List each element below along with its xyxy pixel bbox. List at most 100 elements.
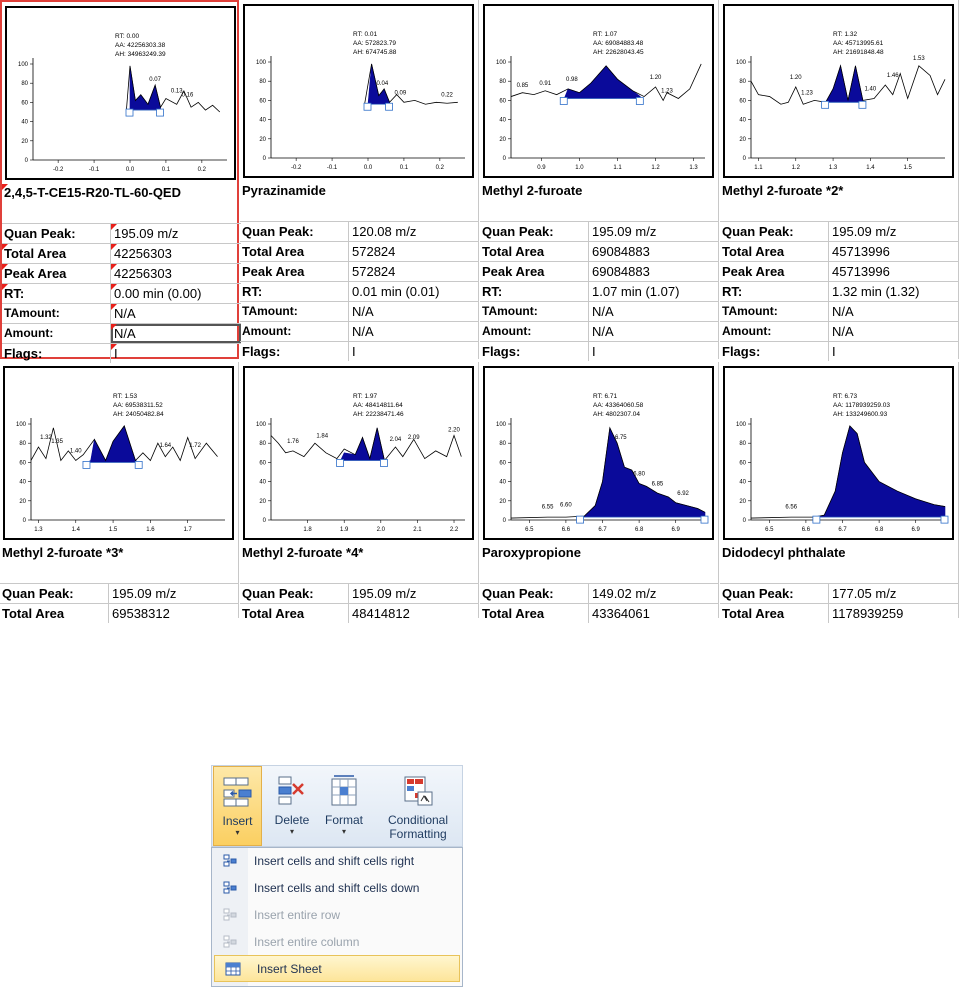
- y-tick-label: 20: [739, 499, 746, 505]
- property-value[interactable]: I: [589, 342, 719, 361]
- property-value[interactable]: 572824: [349, 262, 479, 281]
- property-value[interactable]: 195.09 m/z: [589, 222, 719, 241]
- chevron-down-icon: ▾: [289, 827, 294, 836]
- compound-card[interactable]: RT: 0.00 AA: 42256303.38 AH: 34963249.39 0 2…: [0, 0, 241, 363]
- peak-boundary-marker[interactable]: [858, 100, 867, 109]
- menu-item-label: Insert entire column: [254, 934, 360, 949]
- menu-item-insert-column[interactable]: Insert entire column: [212, 928, 462, 955]
- property-label: Flags:: [240, 342, 349, 361]
- menu-item-insert-shift-right[interactable]: Insert cells and shift cells right: [212, 848, 462, 875]
- menu-item-insert-row[interactable]: Insert entire row: [212, 902, 462, 929]
- y-tick-label: 0: [23, 518, 27, 524]
- property-value[interactable]: 1178939259: [829, 604, 959, 623]
- property-value[interactable]: 195.09 m/z: [111, 224, 241, 243]
- property-row-total: Total Area 45713996: [720, 241, 959, 261]
- chevron-down-icon: ▾: [341, 827, 346, 836]
- property-value[interactable]: 45713996: [829, 262, 959, 281]
- property-label: Quan Peak:: [720, 584, 829, 603]
- compound-card[interactable]: RT: 0.01 AA: 572823.79 AH: 674745.88 0 20 40 6…: [240, 0, 479, 361]
- x-tick-label: 0.0: [364, 165, 373, 171]
- chart-header-text: AH: 21691848.48: [833, 49, 884, 56]
- peak-boundary-marker[interactable]: [559, 97, 568, 105]
- property-value[interactable]: N/A: [111, 304, 241, 323]
- property-value[interactable]: N/A: [349, 322, 479, 341]
- compound-properties: Quan Peak: 195.09 m/z Total Area 48414812: [240, 583, 479, 623]
- delete-button[interactable]: Delete ▾: [267, 766, 317, 846]
- property-value[interactable]: 120.08 m/z: [349, 222, 479, 241]
- property-value[interactable]: I: [829, 342, 959, 361]
- peak-boundary-marker[interactable]: [576, 515, 584, 524]
- menu-item-insert-shift-down[interactable]: Insert cells and shift cells down: [212, 875, 462, 902]
- property-label: Total Area: [0, 604, 109, 623]
- compound-properties: Quan Peak: 195.09 m/z Total Area 42256303 Pe…: [2, 223, 241, 363]
- property-value[interactable]: 195.09 m/z: [829, 222, 959, 241]
- property-value[interactable]: 69084883: [589, 242, 719, 261]
- property-value[interactable]: N/A: [829, 302, 959, 321]
- peak-boundary-marker[interactable]: [82, 461, 91, 469]
- property-value[interactable]: I: [349, 342, 479, 361]
- comment-indicator: [111, 244, 117, 250]
- x-tick-label: 0.2: [436, 165, 445, 171]
- property-value[interactable]: 0.00 min (0.00): [111, 284, 241, 303]
- menu-item-label: Insert cells and shift cells right: [254, 854, 415, 869]
- peak-boundary-marker[interactable]: [940, 515, 949, 524]
- chart-header-text: RT: 1.97: [353, 393, 377, 400]
- conditional-formatting-button[interactable]: Conditional Formatting: [375, 766, 461, 846]
- peak-boundary-marker[interactable]: [385, 102, 393, 111]
- property-label: RT:: [240, 282, 349, 301]
- property-value[interactable]: 195.09 m/z: [109, 584, 239, 603]
- x-tick-label: 0.1: [162, 167, 171, 173]
- peak-boundary-marker[interactable]: [821, 100, 830, 109]
- peak-label: 1.76: [287, 439, 299, 445]
- property-value[interactable]: N/A: [589, 322, 719, 341]
- property-value[interactable]: 69084883: [589, 262, 719, 281]
- compound-card[interactable]: RT: 1.97 AA: 48414811.64 AH: 22238471.46 0 2…: [240, 362, 479, 623]
- chromatogram-svg: RT: 6.73 AA: 1178939259.03 AH: 133249600.9…: [736, 393, 949, 533]
- compound-card[interactable]: RT: 6.73 AA: 1178939259.03 AH: 133249600.9…: [720, 362, 959, 623]
- insert-button[interactable]: Insert ▾: [213, 766, 262, 846]
- peak-boundary-marker[interactable]: [635, 97, 644, 105]
- peak-label: 6.60: [560, 502, 572, 508]
- compound-card[interactable]: RT: 1.07 AA: 69084883.48 AH: 22628043.45 0 2…: [480, 0, 719, 361]
- peak-label: 2.20: [448, 428, 460, 434]
- property-value[interactable]: 195.09 m/z: [349, 584, 479, 603]
- property-value[interactable]: 69538312: [109, 604, 239, 623]
- property-value[interactable]: 177.05 m/z: [829, 584, 959, 603]
- property-value[interactable]: 149.02 m/z: [589, 584, 719, 603]
- format-button[interactable]: Format ▾: [319, 766, 369, 846]
- peak-label: 2.09: [408, 435, 420, 441]
- peak-label: 0.98: [566, 77, 578, 83]
- integrated-peak-area: [86, 425, 140, 463]
- property-value[interactable]: 1.07 min (1.07): [589, 282, 719, 301]
- peak-boundary-marker[interactable]: [125, 108, 134, 117]
- property-value[interactable]: N/A: [111, 324, 241, 343]
- peak-boundary-marker[interactable]: [156, 108, 164, 117]
- peak-boundary-marker[interactable]: [336, 459, 344, 467]
- property-value[interactable]: N/A: [349, 302, 479, 321]
- compound-card[interactable]: RT: 6.71 AA: 43364060.58 AH: 4802307.04 0 20…: [480, 362, 719, 623]
- peak-boundary-marker[interactable]: [363, 102, 372, 111]
- property-value[interactable]: 0.01 min (0.01): [349, 282, 479, 301]
- y-tick-label: 40: [499, 118, 506, 124]
- compound-card[interactable]: RT: 1.53 AA: 69538311.52 AH: 24050482.84 0 2…: [0, 362, 239, 623]
- property-value[interactable]: N/A: [829, 322, 959, 341]
- property-value[interactable]: 42256303: [111, 264, 241, 283]
- compound-name: Methyl 2-furoate *2*: [722, 183, 844, 198]
- peak-boundary-marker[interactable]: [812, 515, 821, 524]
- property-value[interactable]: 572824: [349, 242, 479, 261]
- compound-card[interactable]: RT: 1.32 AA: 45713995.61 AH: 21691848.48 0 2…: [720, 0, 959, 361]
- property-value[interactable]: 45713996: [829, 242, 959, 261]
- menu-item-insert-sheet[interactable]: Insert Sheet: [214, 955, 460, 982]
- property-value[interactable]: 48414812: [349, 604, 479, 623]
- peak-boundary-marker[interactable]: [380, 459, 388, 467]
- property-value[interactable]: 1.32 min (1.32): [829, 282, 959, 301]
- property-label: Peak Area: [240, 262, 349, 281]
- y-tick-label: 100: [736, 60, 747, 66]
- peak-boundary-marker[interactable]: [134, 461, 143, 469]
- peak-boundary-marker[interactable]: [700, 515, 709, 524]
- property-value[interactable]: 42256303: [111, 244, 241, 263]
- property-value[interactable]: N/A: [589, 302, 719, 321]
- property-value[interactable]: 43364061: [589, 604, 719, 623]
- property-value[interactable]: I: [111, 344, 241, 363]
- property-label: Quan Peak:: [2, 224, 111, 243]
